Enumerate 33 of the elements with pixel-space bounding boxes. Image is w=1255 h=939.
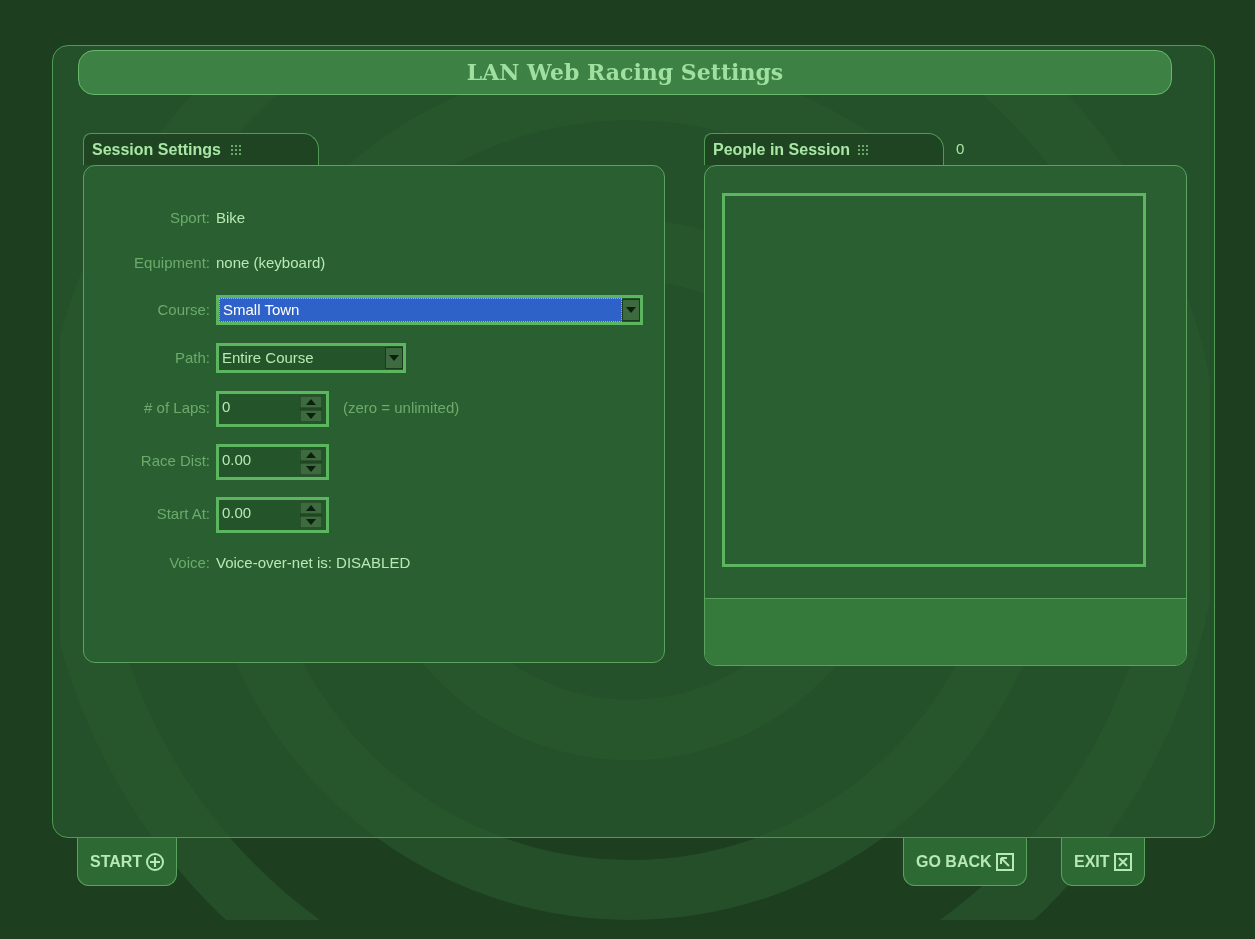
spinner-field[interactable]: 0	[216, 390, 329, 427]
field-value: none (keyboard)	[216, 253, 326, 274]
spinner-field[interactable]: 0.00	[216, 496, 329, 533]
grip-icon	[230, 144, 241, 155]
field-label: Sport:	[168, 208, 211, 229]
spin-arrows-icon[interactable]	[300, 501, 322, 528]
panel-title: Session Settings	[92, 139, 221, 160]
nav-button[interactable]: START	[77, 838, 178, 886]
field-hint: (zero = unlimited)	[343, 398, 460, 419]
dropdown[interactable]: Small Town	[216, 295, 643, 325]
nav-button[interactable]: EXIT	[1061, 838, 1145, 886]
arrow-up-left-icon	[995, 852, 1014, 871]
panel-title: People in Session	[713, 139, 850, 160]
field-label: Start At:	[155, 504, 211, 525]
field-label: Course:	[156, 299, 211, 320]
people-list[interactable]	[722, 193, 1146, 567]
spinner-field[interactable]: 0.00	[216, 443, 329, 480]
close-icon	[1113, 852, 1132, 871]
plus-circle-icon	[146, 852, 165, 871]
field-label: Race Dist:	[139, 451, 211, 472]
window-title: LAN Web Racing Settings	[78, 50, 1172, 95]
spin-arrows-icon[interactable]	[300, 395, 322, 422]
field-value: Bike	[216, 208, 246, 229]
nav-button[interactable]: GO BACK	[903, 838, 1027, 886]
spin-arrows-icon[interactable]	[300, 448, 322, 475]
field-label: Voice:	[168, 553, 211, 574]
people-count: 0	[956, 138, 965, 159]
field-label: Path:	[173, 347, 211, 368]
field-value: Voice-over-net is: DISABLED	[216, 553, 411, 574]
field-label: Equipment:	[133, 253, 211, 274]
field-label: # of Laps:	[143, 398, 211, 419]
dropdown[interactable]: Entire Course	[216, 343, 406, 373]
grip-icon	[857, 144, 868, 155]
